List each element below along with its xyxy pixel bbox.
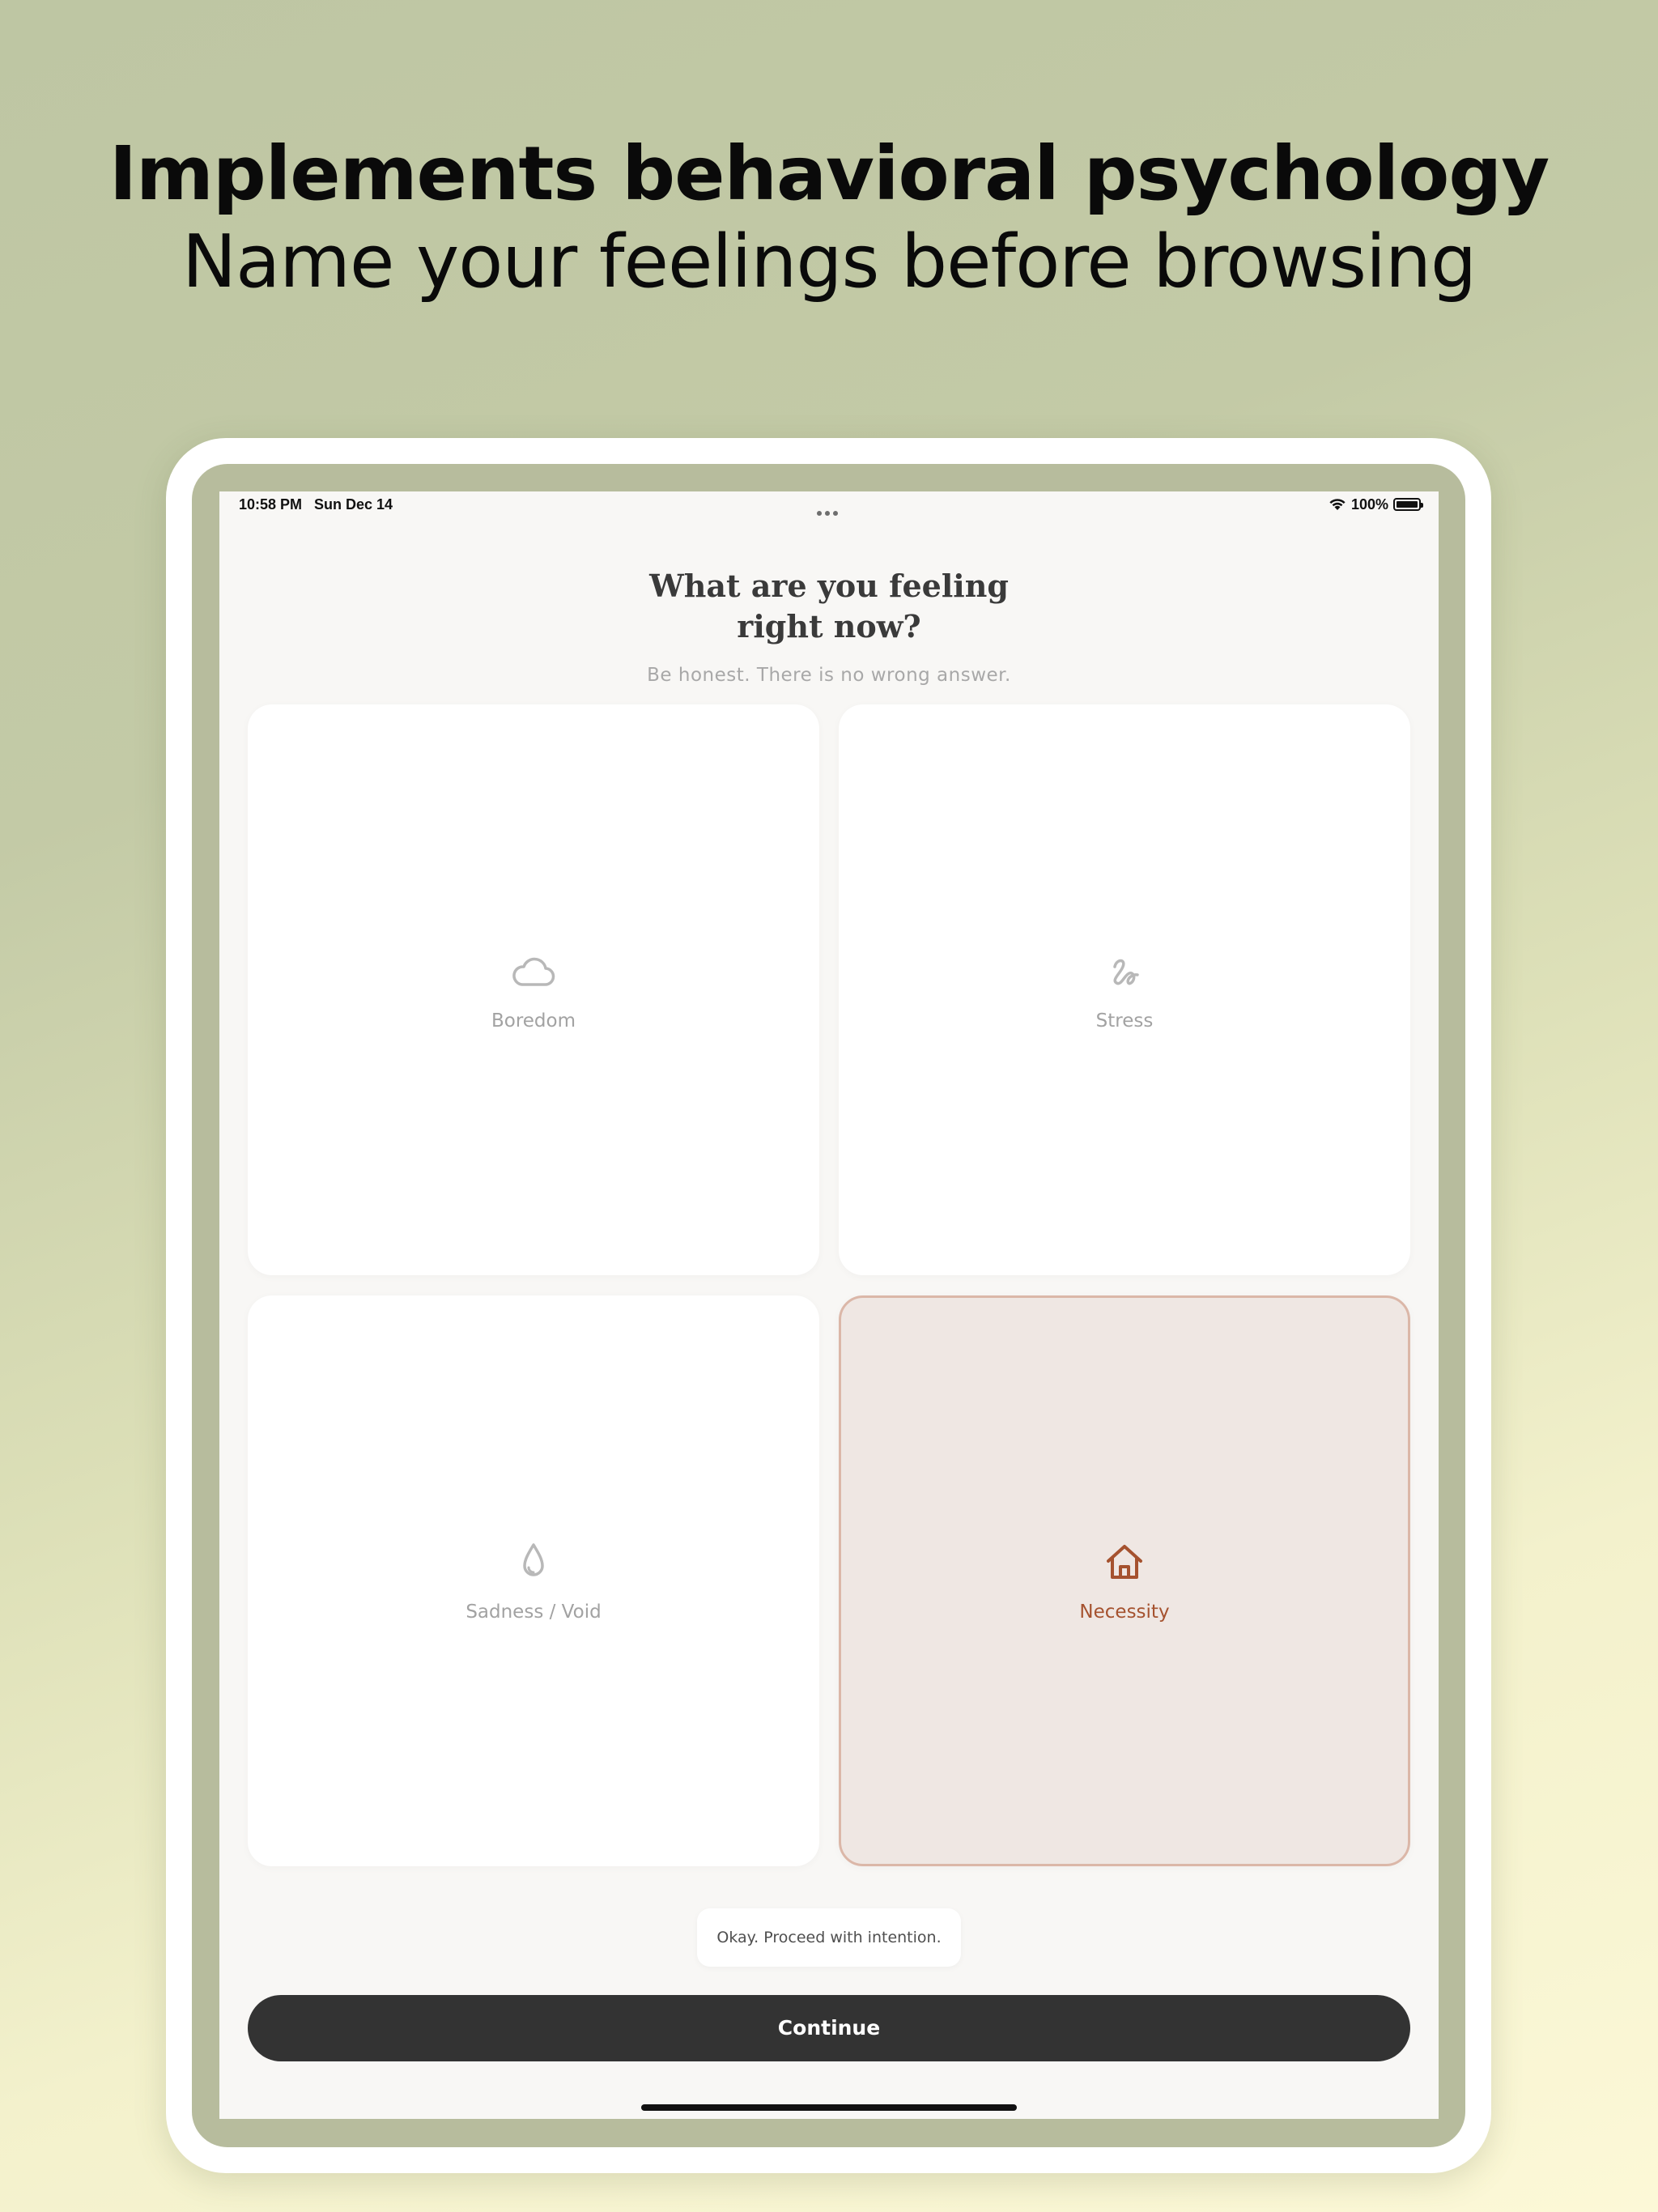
promo-headline: Implements behavioral psychology xyxy=(108,130,1550,217)
feeling-label: Boredom xyxy=(491,1010,576,1032)
question-title-line-2: right now? xyxy=(737,608,921,644)
home-indicator[interactable] xyxy=(641,2104,1017,2111)
multitasking-dots-icon[interactable] xyxy=(817,503,843,516)
home-icon xyxy=(1107,1545,1142,1579)
wifi-icon xyxy=(1329,499,1346,510)
feeling-card-stress[interactable]: Stress xyxy=(839,704,1410,1275)
question-title-line-1: What are you feeling xyxy=(649,568,1009,604)
question-subtitle: Be honest. There is no wrong answer. xyxy=(647,665,1011,686)
question-title: What are you feeling right now? xyxy=(219,566,1439,647)
app-screen: 10:58 PM Sun Dec 14 100% What are you fe… xyxy=(219,491,1439,2119)
promo-subheadline: Name your feelings before browsing xyxy=(181,219,1477,304)
status-time: 10:58 PM xyxy=(239,496,303,513)
tablet-device-frame: 10:58 PM Sun Dec 14 100% What are you fe… xyxy=(166,438,1491,2173)
squiggle-icon xyxy=(1113,959,1139,985)
confirmation-toast: Okay. Proceed with intention. xyxy=(697,1908,961,1967)
feeling-card-sadness-void[interactable]: Sadness / Void xyxy=(248,1295,819,1866)
battery-icon xyxy=(1393,498,1423,511)
status-bar: 10:58 PM Sun Dec 14 100% xyxy=(219,491,1439,517)
feeling-label: Stress xyxy=(1095,1010,1154,1032)
feeling-label: Sadness / Void xyxy=(466,1602,602,1623)
status-date: Sun Dec 14 xyxy=(314,496,393,513)
status-indicators: 100% xyxy=(1329,496,1423,513)
tablet-bezel: 10:58 PM Sun Dec 14 100% What are you fe… xyxy=(192,464,1465,2147)
cloud-icon xyxy=(512,957,555,986)
battery-percentage: 100% xyxy=(1350,496,1388,513)
feeling-card-necessity[interactable]: Necessity xyxy=(839,1295,1410,1866)
droplet-icon xyxy=(523,1543,544,1576)
feeling-card-boredom[interactable]: Boredom xyxy=(248,704,819,1275)
feeling-label: Necessity xyxy=(1079,1602,1170,1623)
continue-button[interactable]: Continue xyxy=(248,1995,1410,2061)
battery-fill xyxy=(1397,501,1418,508)
promo-headline-block: Implements behavioral psychology Name yo… xyxy=(0,130,1658,306)
